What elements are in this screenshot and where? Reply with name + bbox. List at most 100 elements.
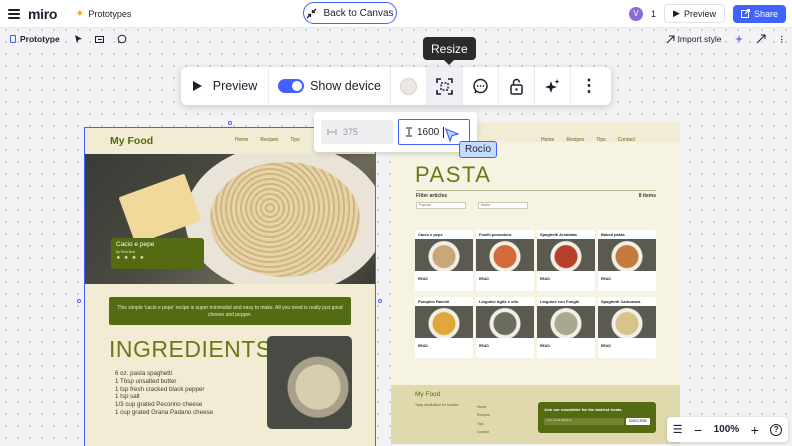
sort-select[interactable]: Popular xyxy=(416,202,466,209)
toolbar-preview-button[interactable]: Preview xyxy=(181,67,269,105)
menu-icon[interactable] xyxy=(8,8,20,19)
preview-button-label: Preview xyxy=(683,8,716,19)
read-link[interactable]: READ xyxy=(476,343,534,349)
user-count: 1 xyxy=(651,8,657,19)
collaborator-cursor-icon xyxy=(445,128,459,142)
lock-button[interactable] xyxy=(499,67,535,105)
screen-link-icon[interactable] xyxy=(94,35,105,44)
share-button[interactable]: Share xyxy=(732,4,786,23)
resize-icon xyxy=(436,77,453,95)
comment-button[interactable] xyxy=(463,67,499,105)
toolbar-right: Import style ⋮ xyxy=(666,34,786,45)
recipe-card[interactable]: Pumpkin Ravioli READ xyxy=(415,297,473,358)
toolbar-preview-label: Preview xyxy=(212,79,258,93)
footer-link[interactable]: Recipes xyxy=(477,411,490,419)
share-button-label: Share xyxy=(753,8,778,19)
pointer-icon[interactable] xyxy=(74,34,83,44)
recipe-card[interactable]: Linguine Aglio e olio READ xyxy=(476,297,534,358)
connect-icon[interactable] xyxy=(756,34,766,44)
color-swatch-icon xyxy=(400,77,417,95)
recipe-card[interactable]: Spaghetti Carbonara READ xyxy=(598,297,656,358)
zoom-level[interactable]: 100% xyxy=(714,424,740,435)
footer-link[interactable]: Contact xyxy=(477,428,490,436)
read-link[interactable]: READ xyxy=(598,276,656,282)
resize-button[interactable] xyxy=(427,67,463,105)
recipe-card-image xyxy=(598,306,656,338)
logo-group: miro ✦ Prototypes xyxy=(0,6,131,22)
recipe-card[interactable]: Fusilli pomodoro READ xyxy=(476,230,534,291)
recipe-card-title: Cacio e pepe xyxy=(418,232,443,237)
tool-icons xyxy=(74,34,127,44)
zoom-bar: ☰ − 100% + ? xyxy=(667,417,788,442)
selection-outline xyxy=(84,127,376,446)
magic-icon[interactable] xyxy=(734,34,744,44)
miro-logo[interactable]: miro xyxy=(28,6,57,22)
avatar[interactable]: V xyxy=(629,6,644,21)
more-icon[interactable]: ⋮ xyxy=(778,34,787,45)
desktop-nav-link[interactable]: Home xyxy=(541,137,554,143)
resize-handle[interactable] xyxy=(77,299,81,303)
import-style-button[interactable]: Import style xyxy=(666,34,722,44)
read-link[interactable]: READ xyxy=(598,343,656,349)
document-icon xyxy=(10,35,16,43)
list-icon[interactable]: ☰ xyxy=(673,423,683,436)
share-icon xyxy=(740,9,750,18)
width-field[interactable]: 375 xyxy=(321,120,393,144)
more-options-button[interactable]: ⋮ xyxy=(571,67,607,105)
ai-assist-button[interactable] xyxy=(535,67,571,105)
newsletter-email-input[interactable]: Your email address xyxy=(544,418,624,425)
background-color-button[interactable] xyxy=(391,67,427,105)
help-icon[interactable]: ? xyxy=(770,423,783,436)
read-link[interactable]: READ xyxy=(537,276,595,282)
recipe-card-image xyxy=(537,239,595,271)
resize-handle[interactable] xyxy=(378,299,382,303)
subscribe-button[interactable]: SUBSCRIBE xyxy=(626,418,650,425)
board-link[interactable]: ✦ Prototypes xyxy=(75,7,131,20)
back-to-canvas-button[interactable]: Back to Canvas xyxy=(303,2,397,24)
play-icon: ▶ xyxy=(673,8,680,18)
read-link[interactable]: READ xyxy=(415,276,473,282)
cuisine-select[interactable]: Italian xyxy=(478,202,528,209)
board-link-label: Prototypes xyxy=(88,8,132,19)
prototype-tab[interactable]: Prototype xyxy=(10,34,60,44)
desktop-nav-link[interactable]: Contact xyxy=(618,137,635,143)
recipe-card[interactable]: Cacio e pepe READ xyxy=(415,230,473,291)
footer-tagline: Tasty destination for foodies xyxy=(415,403,459,407)
preview-button[interactable]: ▶ Preview xyxy=(664,4,725,23)
zoom-in-icon[interactable]: + xyxy=(751,422,759,438)
more-vertical-icon: ⋮ xyxy=(580,76,598,95)
footer-link[interactable]: Tips xyxy=(477,420,490,428)
desktop-nav-link[interactable]: Tips xyxy=(596,137,605,143)
recipe-card-title: Spaghetti Carbonara xyxy=(601,299,641,304)
newsletter-title: Join our newsletter for the tastiest tre… xyxy=(544,407,623,412)
top-right-actions: V 1 ▶ Preview Share xyxy=(629,4,786,23)
chat-icon xyxy=(473,78,488,93)
recipe-card-title: Fusilli pomodoro xyxy=(479,232,512,237)
footer-brand[interactable]: My Food xyxy=(415,391,440,398)
height-value: 1600 xyxy=(417,126,440,138)
recipe-card[interactable]: Spaghetti Arrabiata READ xyxy=(537,230,595,291)
import-style-label: Import style xyxy=(677,34,722,44)
recipe-card[interactable]: Baked pasta READ xyxy=(598,230,656,291)
comment-icon[interactable] xyxy=(117,34,127,44)
desktop-nav-link[interactable]: Recipes xyxy=(566,137,584,143)
recipe-card-image xyxy=(415,306,473,338)
filter-selects: Popular Italian xyxy=(416,202,528,209)
floating-toolbar: Preview Show device ⋮ xyxy=(181,67,611,105)
read-link[interactable]: READ xyxy=(415,343,473,349)
recipe-card-image xyxy=(476,306,534,338)
recipe-card-title: Baked pasta xyxy=(601,232,625,237)
read-link[interactable]: READ xyxy=(476,276,534,282)
zoom-out-icon[interactable]: − xyxy=(694,422,702,438)
show-device-toggle[interactable]: Show device xyxy=(269,67,391,105)
resize-handle[interactable] xyxy=(228,121,232,125)
unlock-icon xyxy=(510,78,523,95)
recipe-card[interactable]: Linguine con Funghi READ xyxy=(537,297,595,358)
footer-link[interactable]: Home xyxy=(477,403,490,411)
collapse-icon xyxy=(307,8,317,18)
newsletter-box: Join our newsletter for the tastiest tre… xyxy=(538,402,656,433)
desktop-frame[interactable]: Home Recipes Tips Contact PASTA Filter a… xyxy=(391,122,680,444)
read-link[interactable]: READ xyxy=(537,343,595,349)
toggle-switch[interactable] xyxy=(278,79,305,93)
collaborator-label: Rocío xyxy=(459,141,498,158)
